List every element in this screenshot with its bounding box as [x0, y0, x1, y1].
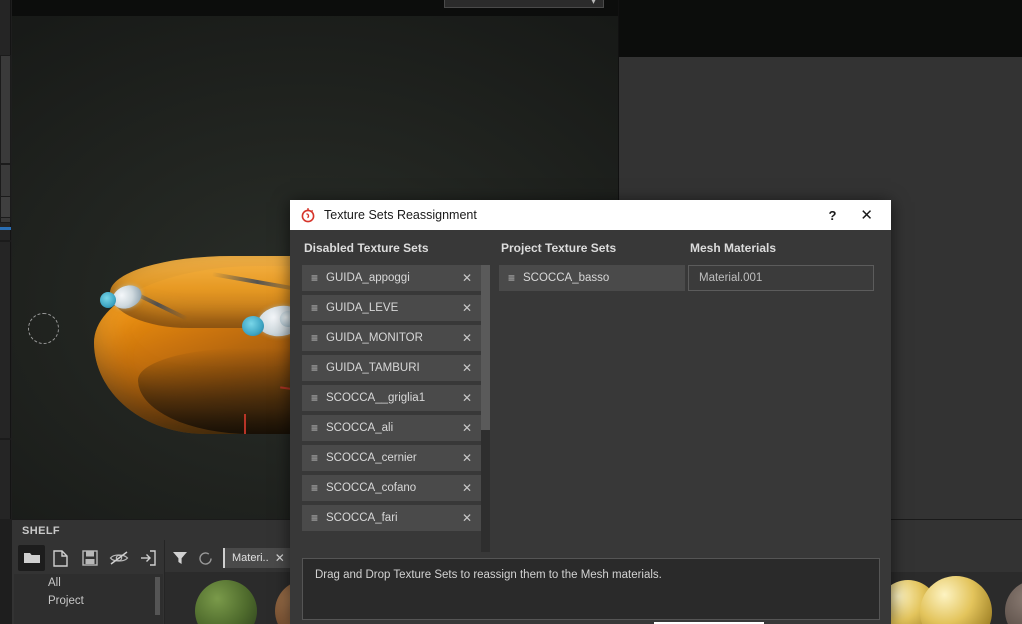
app-root: Material ▾ SHELF [0, 0, 1022, 624]
new-file-icon[interactable] [47, 545, 74, 571]
list-item[interactable]: ≡ SCOCCA_fari ✕ [302, 505, 482, 531]
mesh-material-label: Material.001 [699, 272, 763, 284]
list-item-label: SCOCCA_basso [523, 272, 610, 284]
list-item-label: GUIDA_TAMBURI [326, 362, 420, 374]
rail-spacer [0, 163, 11, 165]
save-icon[interactable] [76, 545, 103, 571]
right-viewport-area[interactable] [619, 0, 1022, 57]
dialog-hint-box: Drag and Drop Texture Sets to reassign t… [302, 558, 880, 620]
disabled-texture-sets-list[interactable]: ≡ GUIDA_appoggi ✕ ≡ GUIDA_LEVE ✕ ≡ GUIDA… [302, 265, 482, 552]
shelf-filter-tag-label: Materi.. [232, 552, 269, 564]
drag-handle-icon[interactable]: ≡ [311, 271, 318, 285]
import-icon[interactable] [134, 545, 161, 571]
list-item[interactable]: ≡ SCOCCA_cofano ✕ [302, 475, 482, 501]
rail-button-2[interactable] [0, 196, 11, 218]
list-item[interactable]: ≡ SCOCCA_cernier ✕ [302, 445, 482, 471]
list-item-label: GUIDA_MONITOR [326, 332, 423, 344]
list-item[interactable]: ≡ GUIDA_TAMBURI ✕ [302, 355, 482, 381]
project-texture-sets-list[interactable]: ≡ SCOCCA_basso [499, 265, 685, 291]
disabled-texture-sets-header: Disabled Texture Sets [304, 241, 429, 255]
list-item[interactable]: ≡ GUIDA_LEVE ✕ [302, 295, 482, 321]
close-icon[interactable]: ✕ [275, 551, 285, 565]
remove-icon[interactable]: ✕ [462, 511, 472, 525]
drag-handle-icon[interactable]: ≡ [311, 421, 318, 435]
model-red-trim [244, 414, 246, 434]
mesh-materials-list[interactable]: Material.001 [688, 265, 874, 291]
help-icon[interactable]: ? [828, 208, 836, 223]
drag-handle-icon[interactable]: ≡ [311, 481, 318, 495]
dialog-hint-text: Drag and Drop Texture Sets to reassign t… [315, 569, 662, 581]
list-item-label: SCOCCA_cofano [326, 482, 417, 494]
drag-handle-icon[interactable]: ≡ [311, 331, 318, 345]
list-item-label: GUIDA_appoggi [326, 272, 410, 284]
texture-sets-reassignment-dialog: Texture Sets Reassignment ? ✕ Disabled T… [290, 200, 891, 624]
list-item-label: GUIDA_LEVE [326, 302, 399, 314]
chevron-down-icon: ▾ [590, 0, 596, 7]
model-cyan-detail [100, 292, 116, 308]
viewport-material-dropdown[interactable]: Material ▾ [444, 0, 604, 8]
remove-icon[interactable]: ✕ [462, 421, 472, 435]
left-toolbar-rail[interactable] [0, 0, 11, 519]
shelf-toolbar [14, 544, 163, 572]
rail-active-indicator [0, 227, 11, 230]
shelf-filter-bar: Materi.. ✕ [172, 544, 291, 572]
refresh-circle-icon[interactable] [198, 551, 213, 566]
shelf-thumb-moss[interactable] [195, 580, 257, 624]
remove-icon[interactable]: ✕ [462, 451, 472, 465]
remove-icon[interactable]: ✕ [462, 361, 472, 375]
filter-funnel-icon[interactable] [172, 551, 188, 566]
list-item[interactable]: ≡ SCOCCA_basso [499, 265, 685, 291]
shelf-category-tree[interactable]: All Project [14, 574, 163, 624]
dialog-titlebar[interactable]: Texture Sets Reassignment ? ✕ [290, 200, 891, 230]
tree-scrollbar[interactable] [155, 577, 160, 615]
list-item-label: SCOCCA_cernier [326, 452, 417, 464]
shelf-title: SHELF [22, 525, 61, 537]
tree-item-project[interactable]: Project [14, 592, 163, 610]
drag-handle-icon[interactable]: ≡ [508, 271, 515, 285]
scrollbar-thumb[interactable] [481, 265, 490, 430]
list-item-label: SCOCCA_ali [326, 422, 394, 434]
viewport-material-dropdown-value: Material [452, 0, 491, 3]
disabled-list-scrollbar[interactable] [481, 265, 490, 552]
list-item[interactable]: ≡ SCOCCA__griglia1 ✕ [302, 385, 482, 411]
list-item[interactable]: ≡ GUIDA_appoggi ✕ [302, 265, 482, 291]
brush-cursor [28, 313, 59, 344]
drag-handle-icon[interactable]: ≡ [311, 511, 318, 525]
shelf-thumb-brick[interactable] [1005, 580, 1022, 624]
remove-icon[interactable]: ✕ [462, 271, 472, 285]
remove-icon[interactable]: ✕ [462, 331, 472, 345]
list-item[interactable]: ≡ GUIDA_MONITOR ✕ [302, 325, 482, 351]
folder-icon[interactable] [18, 545, 45, 571]
list-item-label: SCOCCA_fari [326, 512, 398, 524]
remove-icon[interactable]: ✕ [462, 301, 472, 315]
dialog-title: Texture Sets Reassignment [324, 208, 477, 222]
eye-hidden-icon[interactable] [105, 545, 132, 571]
rail-divider-3 [0, 438, 11, 440]
dialog-body: Disabled Texture Sets Project Texture Se… [290, 230, 891, 624]
list-item-label: SCOCCA__griglia1 [326, 392, 426, 404]
model-cyan-detail [242, 316, 264, 336]
shelf-thumb-gold-b[interactable] [920, 576, 992, 624]
project-texture-sets-header: Project Texture Sets [501, 241, 617, 255]
drag-handle-icon[interactable]: ≡ [311, 361, 318, 375]
remove-icon[interactable]: ✕ [462, 481, 472, 495]
drag-handle-icon[interactable]: ≡ [311, 301, 318, 315]
shelf-filter-tag[interactable]: Materi.. ✕ [223, 548, 291, 568]
remove-icon[interactable]: ✕ [462, 391, 472, 405]
tree-item-all[interactable]: All [14, 574, 163, 592]
list-item[interactable]: ≡ SCOCCA_ali ✕ [302, 415, 482, 441]
rail-divider-2 [0, 240, 11, 242]
substance-painter-icon [300, 207, 316, 223]
dialog-titlebar-controls: ? ✕ [828, 208, 891, 223]
drag-handle-icon[interactable]: ≡ [311, 451, 318, 465]
mesh-material-field[interactable]: Material.001 [688, 265, 874, 291]
close-icon[interactable]: ✕ [860, 208, 873, 223]
drag-handle-icon[interactable]: ≡ [311, 391, 318, 405]
mesh-materials-header: Mesh Materials [690, 241, 777, 255]
